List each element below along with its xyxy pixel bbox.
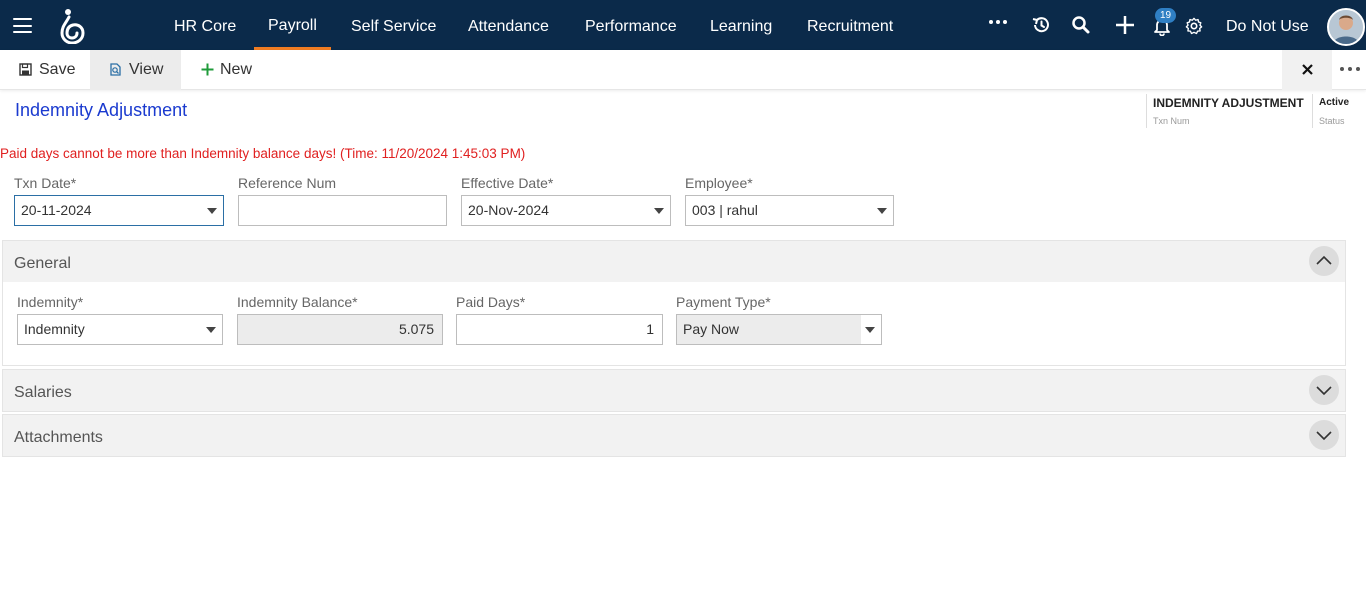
chevron-down-icon[interactable] — [865, 327, 875, 333]
payment-type-value: Pay Now — [683, 321, 740, 337]
error-message: Paid days cannot be more than Indemnity … — [0, 146, 526, 161]
indemnity-label: Indemnity* — [17, 294, 84, 310]
paid-days-field[interactable]: 1 — [456, 314, 663, 345]
chevron-up-icon — [1316, 255, 1332, 265]
more-icon[interactable] — [988, 15, 1008, 35]
user-menu[interactable]: Do Not Use — [1226, 0, 1309, 50]
paid-days-value: 1 — [646, 321, 654, 337]
reference-num-field[interactable] — [238, 195, 447, 226]
nav-hr-core[interactable]: HR Core — [174, 0, 236, 50]
top-navigation-bar: HR Core Payroll Self Service Attendance … — [0, 0, 1366, 50]
employee-label: Employee* — [685, 175, 753, 191]
search-icon[interactable] — [1071, 15, 1091, 35]
effective-date-value: 20-Nov-2024 — [468, 202, 549, 218]
nav-payroll[interactable]: Payroll — [254, 0, 331, 50]
page-title: Indemnity Adjustment — [15, 100, 188, 120]
view-icon — [110, 63, 121, 76]
txn-num-label: Txn Num — [1153, 116, 1190, 126]
close-icon — [1302, 64, 1313, 75]
avatar[interactable] — [1327, 8, 1365, 46]
txn-num-value: INDEMNITY ADJUSTMENT — [1153, 96, 1304, 110]
employee-field[interactable]: 003 | rahul — [685, 195, 894, 226]
nav-self-service[interactable]: Self Service — [351, 0, 436, 50]
status-value: Active — [1319, 97, 1350, 108]
history-icon[interactable] — [1031, 15, 1051, 35]
nav-performance[interactable]: Performance — [585, 0, 677, 50]
employee-value: 003 | rahul — [692, 202, 758, 218]
gear-icon[interactable] — [1185, 17, 1203, 35]
new-button[interactable]: New — [181, 50, 271, 90]
add-icon[interactable] — [1115, 15, 1135, 35]
paid-days-label: Paid Days* — [456, 294, 526, 310]
indemnity-value: Indemnity — [24, 321, 85, 337]
indemnity-balance-label: Indemnity Balance* — [237, 294, 358, 310]
reference-num-label: Reference Num — [238, 175, 337, 191]
action-toolbar: Save View New — [0, 50, 1366, 90]
save-icon — [19, 63, 32, 76]
nav-recruitment[interactable]: Recruitment — [807, 0, 893, 50]
section-attachments-title: Attachments — [14, 429, 103, 446]
chevron-down-icon[interactable] — [206, 327, 216, 333]
plus-icon — [201, 63, 214, 76]
close-button[interactable] — [1282, 50, 1332, 90]
chevron-down-icon[interactable] — [877, 208, 887, 214]
nav-attendance[interactable]: Attendance — [468, 0, 549, 50]
effective-date-label: Effective Date* — [461, 175, 554, 191]
section-salaries-header[interactable]: Salaries — [2, 369, 1346, 412]
expand-salaries-button[interactable] — [1309, 375, 1339, 405]
txn-date-field[interactable]: 20-11-2024 — [14, 195, 224, 226]
notification-badge: 19 — [1155, 8, 1176, 23]
status-label: Status — [1319, 116, 1345, 126]
txn-num-block: INDEMNITY ADJUSTMENT Txn Num — [1146, 94, 1306, 128]
payment-type-field[interactable]: Pay Now — [676, 314, 882, 345]
save-button[interactable]: Save — [0, 50, 90, 90]
status-block: Active Status — [1312, 94, 1364, 128]
nav-learning[interactable]: Learning — [710, 0, 772, 50]
payment-type-label: Payment Type* — [676, 294, 771, 310]
save-label: Save — [39, 61, 76, 78]
indemnity-field[interactable]: Indemnity — [17, 314, 223, 345]
more-options-icon[interactable] — [1338, 62, 1362, 78]
section-attachments-header[interactable]: Attachments — [2, 414, 1346, 457]
section-salaries-title: Salaries — [14, 384, 72, 401]
chevron-down-icon[interactable] — [207, 208, 217, 214]
txn-date-value: 20-11-2024 — [21, 202, 92, 218]
chevron-down-icon — [1316, 386, 1332, 396]
effective-date-field[interactable]: 20-Nov-2024 — [461, 195, 671, 226]
view-button[interactable]: View — [90, 50, 181, 90]
view-label: View — [129, 61, 164, 78]
chevron-down-icon — [1316, 431, 1332, 441]
app-logo[interactable] — [58, 8, 86, 44]
txn-date-label: Txn Date* — [14, 175, 77, 191]
section-general-header[interactable]: General — [2, 240, 1346, 283]
indemnity-balance-field: 5.075 — [237, 314, 443, 345]
collapse-general-button[interactable] — [1309, 246, 1339, 276]
chevron-down-icon[interactable] — [654, 208, 664, 214]
section-general-body: Indemnity* Indemnity Indemnity Balance* … — [2, 282, 1346, 366]
indemnity-balance-value: 5.075 — [398, 321, 434, 337]
expand-attachments-button[interactable] — [1309, 420, 1339, 450]
section-general-title: General — [14, 255, 71, 272]
new-label: New — [220, 61, 253, 78]
menu-icon[interactable] — [13, 18, 32, 33]
